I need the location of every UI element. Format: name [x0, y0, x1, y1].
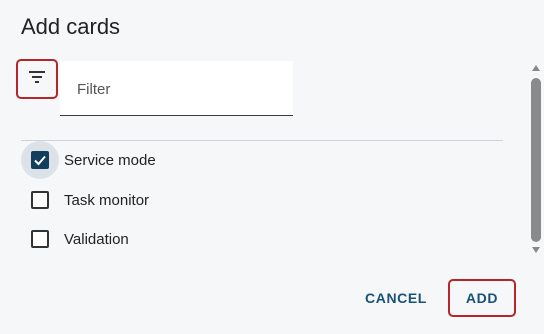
filter-button[interactable]: [16, 59, 58, 99]
option-label: Validation: [64, 230, 129, 248]
add-cards-dialog: Add cards Service mode Task monitor: [0, 0, 544, 334]
filter-field[interactable]: [60, 61, 293, 116]
option-validation[interactable]: Validation: [21, 220, 129, 258]
checkbox-wrap: [21, 181, 59, 219]
task-monitor-checkbox[interactable]: [31, 191, 49, 209]
option-label: Service mode: [64, 151, 156, 169]
dialog-title: Add cards: [21, 14, 121, 39]
filter-icon: [27, 70, 47, 89]
scroll-down-arrow-icon[interactable]: [532, 247, 540, 253]
scroll-thumb[interactable]: [531, 78, 541, 242]
checkbox-focus-ring: [21, 141, 59, 179]
service-mode-checkbox[interactable]: [31, 151, 49, 169]
filter-input[interactable]: [77, 77, 277, 101]
validation-checkbox[interactable]: [31, 230, 49, 248]
scrollbar[interactable]: [528, 62, 544, 258]
option-service-mode[interactable]: Service mode: [21, 141, 156, 179]
option-label: Task monitor: [64, 191, 150, 209]
checkbox-wrap: [21, 220, 59, 258]
check-icon: [34, 155, 46, 166]
cancel-button[interactable]: CANCEL: [356, 280, 436, 316]
option-task-monitor[interactable]: Task monitor: [21, 181, 149, 219]
scroll-up-arrow-icon[interactable]: [532, 65, 540, 71]
add-button[interactable]: ADD: [448, 279, 516, 317]
